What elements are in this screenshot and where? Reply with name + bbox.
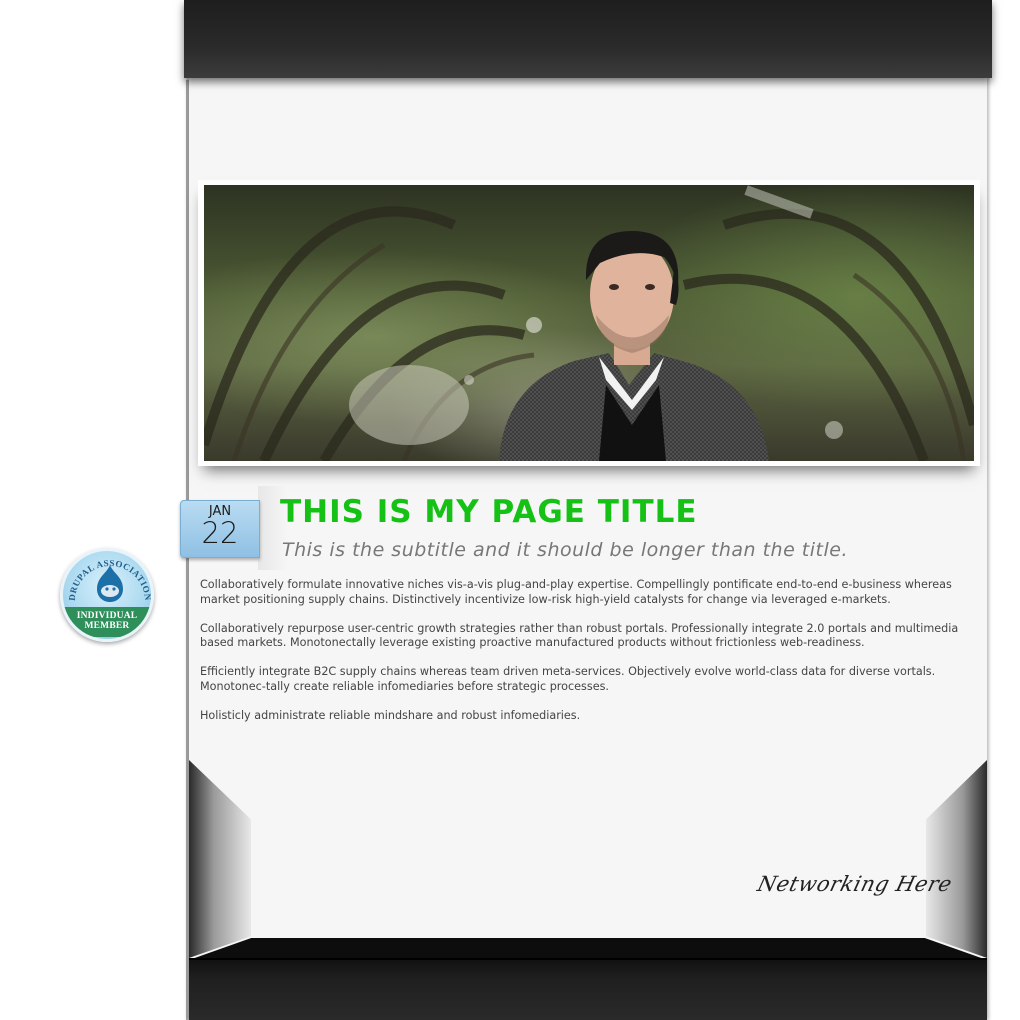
networking-link[interactable]: Networking Here [755,872,955,896]
body-paragraph: Collaboratively formulate innovative nic… [200,578,952,606]
badge-band-line1: INDIVIDUAL [76,611,138,621]
body-paragraph: Holisticly administrate reliable mindsha… [200,708,581,722]
footer-bar [189,938,987,960]
footer-bottom [189,958,987,1020]
page-title: THIS IS MY PAGE TITLE [280,494,698,530]
page-subtitle: This is the subtitle and it should be lo… [282,539,848,561]
body-paragraph: Efficiently integrate B2C supply chains … [200,665,936,693]
hero-image [204,185,974,461]
post-date-day: 22 [201,516,239,550]
badge-band: INDIVIDUAL MEMBER [63,607,151,637]
post-body: Collaboratively formulate innovative nic… [200,578,970,738]
header-bar [184,0,992,78]
post-date: JAN 22 [180,500,260,558]
badge-band-line2: MEMBER [84,621,130,631]
body-paragraph: Collaboratively repurpose user-centric g… [200,621,959,650]
drupal-association-badge[interactable]: DRUPAL ASSOCIATION INDIVIDUAL MEMBER [60,548,154,642]
hero-photo-illustration [204,185,974,461]
